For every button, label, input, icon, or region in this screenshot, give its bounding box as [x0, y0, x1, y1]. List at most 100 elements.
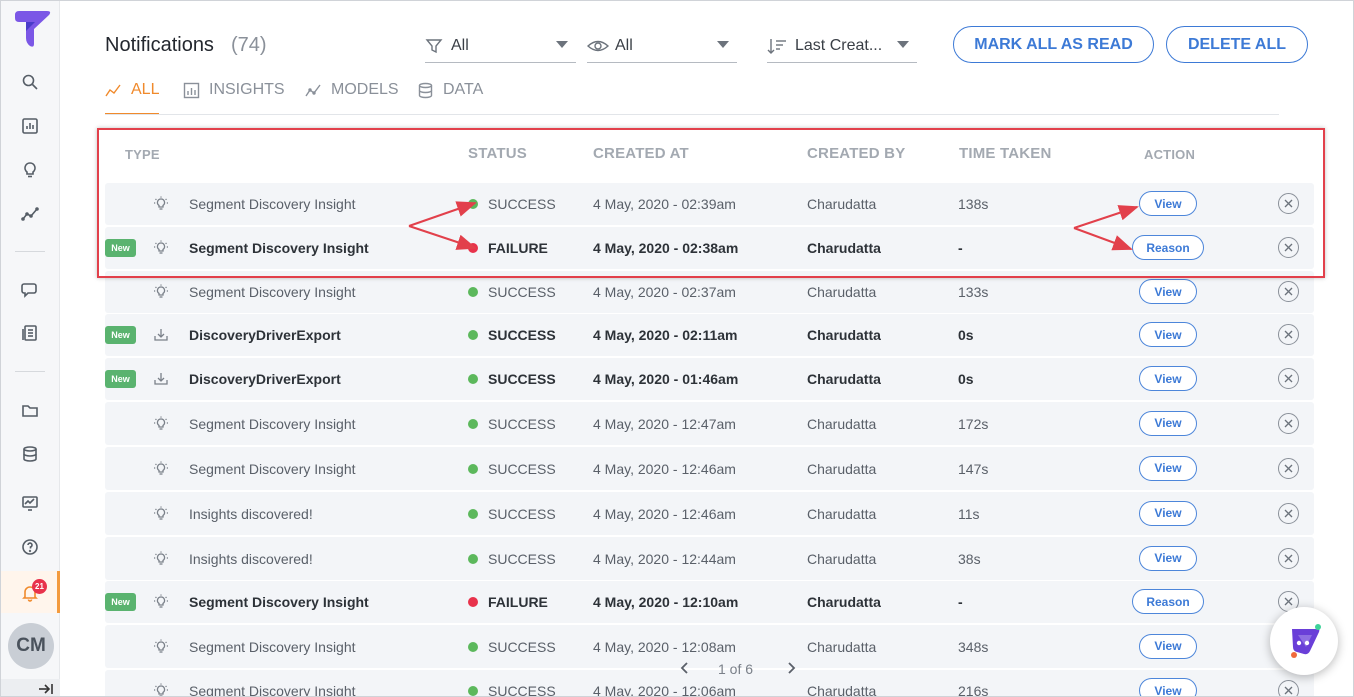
close-icon[interactable] — [1278, 237, 1299, 258]
line-chart-icon — [105, 84, 121, 97]
avatar[interactable]: CM — [8, 623, 54, 669]
view-button[interactable]: View — [1139, 633, 1197, 659]
close-icon[interactable] — [1278, 324, 1299, 345]
database-icon — [418, 82, 433, 99]
download-icon — [153, 327, 169, 343]
view-button[interactable]: View — [1139, 678, 1197, 696]
type-filter-dropdown[interactable]: All — [425, 29, 576, 63]
models-trend-icon[interactable] — [18, 202, 42, 226]
created-by: Charudatta — [807, 594, 881, 610]
status-text: FAILURE — [488, 594, 548, 610]
collapse-sidebar-icon[interactable] — [1, 679, 60, 696]
close-icon[interactable] — [1278, 457, 1299, 479]
status-indicator-dot — [468, 597, 478, 607]
column-header-created-by: CREATED BY — [807, 145, 906, 162]
previous-page-icon[interactable] — [677, 660, 693, 676]
close-icon[interactable] — [1278, 193, 1299, 214]
table-row[interactable]: Segment Discovery Insight SUCCESS 4 May, 2… — [105, 183, 1314, 225]
database-icon[interactable] — [18, 442, 42, 466]
status-indicator-dot — [468, 686, 478, 696]
column-header-created-at: CREATED AT — [593, 145, 689, 162]
tab-all[interactable]: ALL — [105, 81, 160, 115]
reason-button[interactable]: Reason — [1132, 589, 1204, 614]
status-indicator-dot — [468, 463, 478, 474]
table-row[interactable]: Segment Discovery Insight SUCCESS 4 May, 2… — [105, 625, 1314, 668]
tab-data[interactable]: DATA — [417, 81, 483, 115]
mark-all-read-button[interactable]: MARK ALL AS READ — [953, 26, 1154, 63]
app-logo[interactable] — [9, 6, 53, 50]
view-button[interactable]: View — [1139, 455, 1197, 481]
reports-icon[interactable] — [18, 321, 42, 345]
status-indicator-dot — [468, 243, 478, 253]
chevron-down-icon — [717, 41, 729, 48]
status-text: SUCCESS — [488, 550, 556, 567]
sort-dropdown[interactable]: Last Creat... — [767, 29, 917, 63]
notification-name: Segment Discovery Insight — [189, 196, 356, 212]
chat-launcher-button[interactable] — [1270, 607, 1338, 675]
close-icon[interactable] — [1278, 547, 1299, 569]
dashboard-icon[interactable] — [18, 114, 42, 138]
close-icon[interactable] — [1278, 412, 1299, 434]
created-by: Charudatta — [807, 683, 877, 697]
next-page-icon[interactable] — [783, 660, 799, 676]
table-row[interactable]: New DiscoveryDriverExport SUCCESS 4 May, 20… — [105, 314, 1314, 356]
reason-button[interactable]: Reason — [1132, 235, 1204, 260]
view-button[interactable]: View — [1139, 500, 1197, 526]
help-icon[interactable] — [18, 535, 42, 559]
monitor-icon[interactable] — [18, 491, 42, 515]
table-row[interactable]: New DiscoveryDriverExport SUCCESS 4 May, 20… — [105, 358, 1314, 400]
view-button[interactable]: View — [1139, 322, 1197, 347]
notification-name: Segment Discovery Insight — [189, 240, 369, 256]
created-by: Charudatta — [807, 505, 877, 522]
insights-bulb-icon[interactable] — [18, 158, 42, 182]
created-by: Charudatta — [807, 327, 881, 343]
notification-name: Segment Discovery Insight — [189, 284, 356, 300]
close-icon[interactable] — [1278, 502, 1299, 524]
time-taken: 0s — [958, 327, 974, 343]
table-row[interactable]: Segment Discovery Insight SUCCESS 4 May, 2… — [105, 271, 1314, 313]
table-row[interactable]: Insights discovered! SUCCESS 4 May, 2020 -… — [105, 492, 1314, 535]
table-row[interactable]: New Segment Discovery Insight FAILURE 4 May… — [105, 581, 1314, 623]
tab-models[interactable]: MODELS — [305, 81, 399, 115]
close-icon[interactable] — [1278, 680, 1299, 696]
tab-insights[interactable]: INSIGHTS — [183, 81, 285, 115]
created-at: 4 May, 2020 - 12:08am — [593, 638, 736, 655]
close-icon[interactable] — [1278, 368, 1299, 389]
created-at: 4 May, 2020 - 02:38am — [593, 240, 739, 256]
bulb-icon — [153, 284, 169, 300]
table-row[interactable]: Segment Discovery Insight SUCCESS 4 May, 2… — [105, 670, 1314, 697]
read-filter-dropdown[interactable]: All — [587, 29, 737, 63]
time-taken: - — [958, 240, 963, 256]
created-at: 4 May, 2020 - 12:46am — [593, 460, 736, 477]
tab-label: MODELS — [331, 81, 399, 98]
created-by: Charudatta — [807, 240, 881, 256]
sidebar: 21 CM — [1, 1, 60, 696]
close-icon[interactable] — [1278, 281, 1299, 302]
view-button[interactable]: View — [1139, 191, 1197, 216]
notification-name: DiscoveryDriverExport — [189, 371, 341, 387]
notification-name: Insights discovered! — [189, 550, 313, 567]
status-text: SUCCESS — [488, 371, 556, 387]
status-text: FAILURE — [488, 240, 548, 256]
table-row[interactable]: Segment Discovery Insight SUCCESS 4 May, 2… — [105, 402, 1314, 445]
view-button[interactable]: View — [1139, 545, 1197, 571]
bar-chart-icon — [183, 82, 200, 99]
chat-icon[interactable] — [18, 277, 42, 301]
status-indicator-dot — [468, 374, 478, 384]
search-icon[interactable] — [18, 70, 42, 94]
time-taken: 147s — [958, 460, 989, 477]
status-indicator-dot — [468, 199, 478, 209]
table-row[interactable]: Insights discovered! SUCCESS 4 May, 2020 -… — [105, 537, 1314, 580]
table-row[interactable]: Segment Discovery Insight SUCCESS 4 May, 2… — [105, 447, 1314, 490]
time-taken: 138s — [958, 196, 989, 212]
folder-icon[interactable] — [18, 398, 42, 422]
view-button[interactable]: View — [1139, 279, 1197, 304]
delete-all-button[interactable]: DELETE ALL — [1166, 26, 1308, 63]
tab-label: DATA — [443, 81, 484, 98]
view-button[interactable]: View — [1139, 366, 1197, 391]
notification-name: DiscoveryDriverExport — [189, 327, 341, 343]
table-row[interactable]: New Segment Discovery Insight FAILURE 4 May… — [105, 227, 1314, 269]
view-button[interactable]: View — [1139, 410, 1197, 436]
assistant-logo-icon — [1291, 624, 1321, 658]
time-taken: 11s — [958, 505, 980, 522]
